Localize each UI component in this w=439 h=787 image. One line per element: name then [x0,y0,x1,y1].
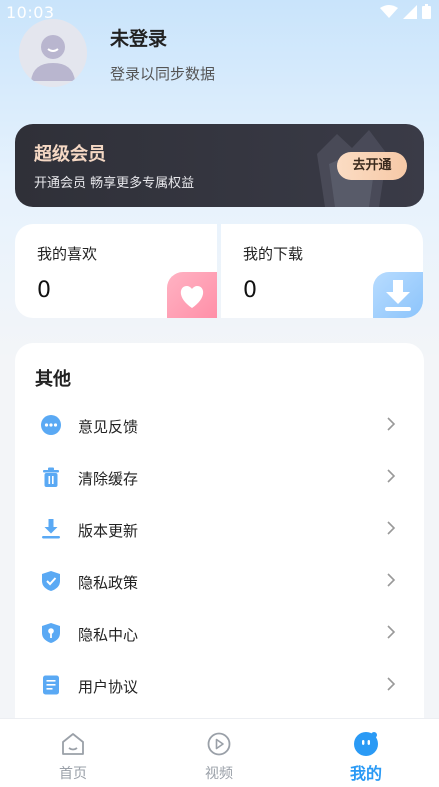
bottom-tab-bar: 首页 视频 我的 [0,718,439,787]
menu-item-version-update[interactable]: 版本更新 [15,504,424,556]
status-icons [380,4,431,19]
default-avatar-icon [19,19,87,87]
my-downloads-card[interactable]: 我的下载 0 [221,224,423,318]
vip-title: 超级会员 [34,144,106,165]
chevron-right-icon [387,417,396,431]
battery-icon [422,4,431,19]
update-icon [42,519,60,539]
other-section: 其他 意见反馈 清除缓存 版本更新 隐私政策 隐私中心 用户协议 [15,343,424,743]
menu-item-label: 清除缓存 [78,470,139,488]
shield-check-icon [42,571,60,591]
menu-item-label: 隐私中心 [78,626,139,644]
shield-key-icon [42,623,60,643]
home-icon [62,733,84,755]
chevron-right-icon [387,469,396,483]
chevron-right-icon [387,573,396,587]
login-status[interactable]: 未登录 [110,24,167,51]
menu-item-feedback[interactable]: 意见反馈 [15,400,424,452]
my-downloads-label: 我的下载 [243,245,304,263]
tab-label: 视频 [205,766,233,782]
tab-home[interactable]: 首页 [0,719,146,787]
stats-row: 我的喜欢 0 我的下载 0 [15,224,424,318]
status-bar: 10:03 [0,0,439,24]
my-likes-card[interactable]: 我的喜欢 0 [15,224,217,318]
my-likes-label: 我的喜欢 [37,245,98,263]
wifi-icon [380,4,398,18]
my-likes-count: 0 [37,278,51,303]
avatar[interactable] [19,19,87,87]
menu-item-label: 版本更新 [78,522,139,540]
menu-item-label: 隐私政策 [78,574,139,592]
vip-open-button[interactable]: 去开通 [337,152,407,180]
chevron-right-icon [387,677,396,691]
chevron-right-icon [387,625,396,639]
tab-mine[interactable]: 我的 [293,719,439,787]
vip-subtitle: 开通会员 畅享更多专属权益 [34,176,195,191]
trash-icon [43,467,59,487]
other-section-title: 其他 [35,369,71,390]
mine-icon [354,732,378,756]
menu-item-user-agreement[interactable]: 用户协议 [15,660,424,712]
tab-label: 首页 [59,766,87,782]
document-icon [43,675,59,695]
menu-item-label: 用户协议 [78,678,139,696]
login-hint[interactable]: 登录以同步数据 [110,63,215,84]
menu-item-clear-cache[interactable]: 清除缓存 [15,452,424,504]
heart-icon [167,272,217,318]
feedback-icon [41,415,61,435]
menu-item-privacy-center[interactable]: 隐私中心 [15,608,424,660]
signal-icon [403,4,417,19]
tab-video[interactable]: 视频 [146,719,292,787]
vip-card[interactable]: 超级会员 开通会员 畅享更多专属权益 去开通 [15,124,424,207]
download-icon [373,272,423,318]
chevron-right-icon [387,521,396,535]
tab-label: 我的 [349,764,382,783]
menu-item-privacy-policy[interactable]: 隐私政策 [15,556,424,608]
video-icon [207,732,231,756]
menu-item-label: 意见反馈 [78,418,139,436]
my-downloads-count: 0 [243,278,257,303]
